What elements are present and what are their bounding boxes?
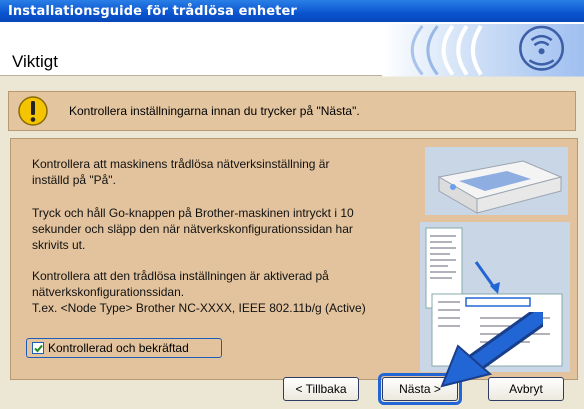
warning-banner: Kontrollera inställningarna innan du try… [8,91,576,131]
instruction-text: Tryck och håll Go-knappen på Brother-mas… [32,206,354,220]
instruction-text: skrivits ut. [32,238,86,252]
instruction-text: Kontrollera att maskinens trådlösa nätve… [32,157,330,171]
printer-illustration [425,147,568,215]
wireless-wifi-icon [382,24,584,77]
installer-window: Installationsguide för trådlösa enheter … [0,0,584,409]
confirm-checkbox[interactable] [32,342,44,354]
instruction-text: sekunder och släpp den när nätverkskonfi… [32,222,353,236]
back-button[interactable]: < Tillbaka [283,377,359,401]
instruction-text: nätverkskonfigurationssidan. [32,285,185,299]
checkmark-icon [34,344,43,353]
exclamation-warning-icon [18,96,48,126]
confirm-checkbox-row[interactable]: Kontrollerad och bekräftad [26,338,222,358]
window-titlebar: Installationsguide för trådlösa enheter [0,0,584,22]
instruction-text: inställd på "På". [32,173,116,187]
window-title: Installationsguide för trådlösa enheter [8,4,297,19]
instruction-text: Kontrollera att den trådlösa inställning… [32,269,329,283]
pointer-arrow-icon [440,312,543,388]
confirm-checkbox-label: Kontrollerad och bekräftad [48,341,189,355]
instruction-text: T.ex. <Node Type> Brother NC-XXXX, IEEE … [32,301,366,315]
page-title: Viktigt [12,52,58,71]
warning-text: Kontrollera inställningarna innan du try… [69,104,360,118]
